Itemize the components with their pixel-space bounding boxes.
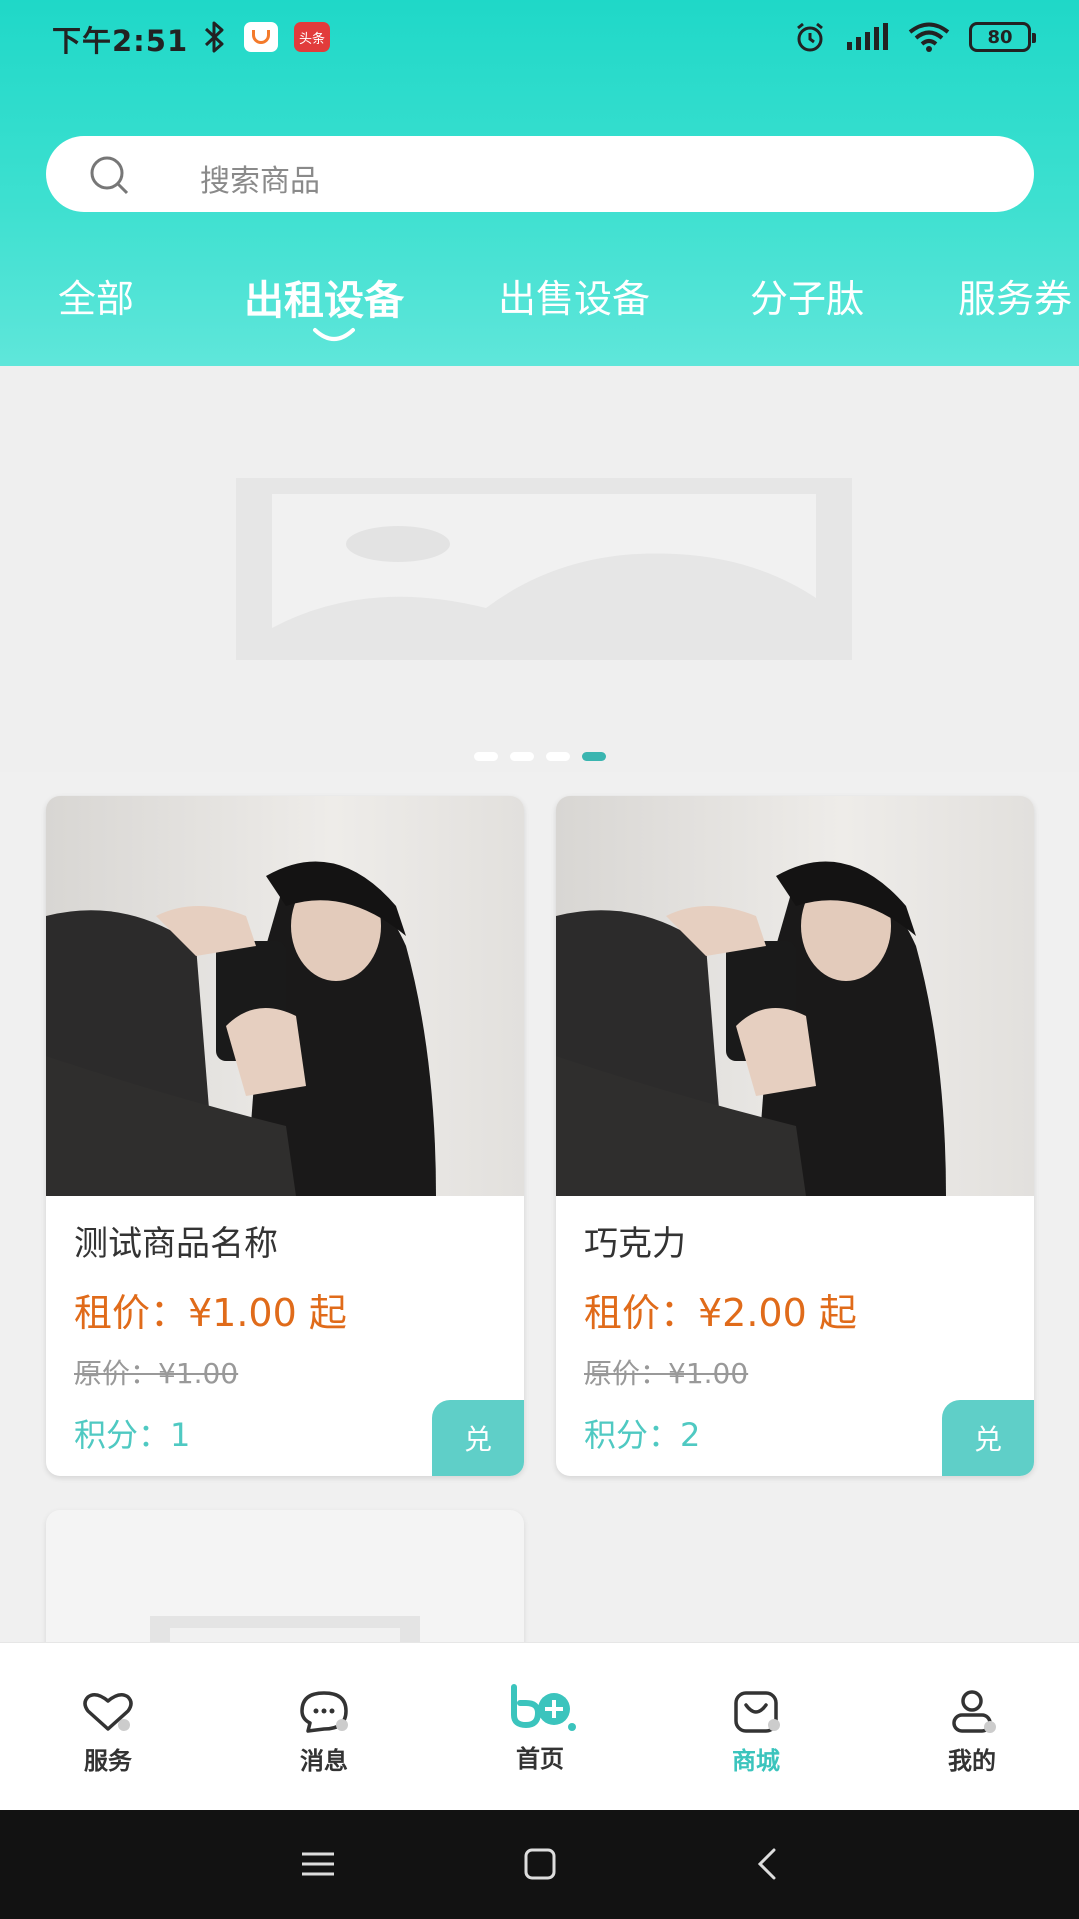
nav-label: 消息 [300, 1747, 348, 1775]
tab-rental-equipment[interactable]: 出租设备 [244, 268, 404, 326]
product-photo [46, 796, 524, 1196]
system-navigation-bar [0, 1810, 1079, 1919]
nav-item-mall[interactable]: 商城 [648, 1643, 864, 1811]
product-price: 租价：¥1.00 起 [74, 1291, 347, 1335]
bottom-navigation: 服务 消息 首页 商城 我的 [0, 1642, 1079, 1810]
tab-all[interactable]: 全部 [58, 268, 134, 323]
banner-dot[interactable] [474, 752, 498, 761]
banner-pagination [474, 752, 606, 761]
product-name: 巧克力 [584, 1224, 686, 1264]
nav-label: 服务 [84, 1747, 132, 1775]
wifi-icon [908, 22, 950, 52]
product-original-price: 原价：¥1.00 [584, 1357, 749, 1390]
nav-item-messages[interactable]: 消息 [216, 1643, 432, 1811]
product-points: 积分：1 [74, 1416, 191, 1454]
search-placeholder: 搜索商品 [200, 164, 320, 199]
exchange-button[interactable]: 兑 [942, 1400, 1034, 1476]
shopping-bag-icon [734, 1691, 780, 1733]
nav-item-home[interactable]: 首页 [432, 1643, 648, 1811]
signal-icon [847, 23, 888, 50]
heart-icon [83, 1693, 133, 1731]
product-original-price: 原价：¥1.00 [74, 1357, 239, 1390]
nav-label: 商城 [732, 1747, 780, 1775]
product-card[interactable]: 巧克力 租价：¥2.00 起 原价：¥1.00 积分：2 兑 [556, 796, 1034, 1476]
product-photo [556, 796, 1034, 1196]
battery-indicator: 80 [969, 22, 1036, 52]
product-card-partial[interactable] [46, 1510, 524, 1650]
product-name: 测试商品名称 [74, 1224, 278, 1264]
header: 下午2:51 头条 80 搜索商品 全部 出租设备 出售设备 分子肽 服务券 [0, 0, 1079, 366]
image-placeholder-icon [236, 478, 852, 660]
promo-banner[interactable] [0, 366, 1079, 772]
active-tab-indicator [313, 328, 355, 341]
image-placeholder-icon [150, 1616, 420, 1650]
toutiao-app-icon: 头条 [294, 22, 330, 52]
status-left-icons: 头条 [200, 20, 330, 54]
tab-sale-equipment[interactable]: 出售设备 [498, 268, 650, 323]
search-input[interactable]: 搜索商品 [46, 136, 1034, 212]
product-points: 积分：2 [584, 1416, 701, 1454]
home-square-icon[interactable] [520, 1844, 560, 1884]
status-bar: 下午2:51 头条 80 [0, 0, 1079, 76]
banner-dot-active[interactable] [582, 752, 606, 761]
search-icon [90, 156, 129, 195]
menu-icon[interactable] [298, 1844, 338, 1884]
bluetooth-icon [204, 21, 224, 53]
nav-label: 我的 [948, 1747, 996, 1775]
product-image[interactable] [556, 796, 1034, 1196]
status-right-icons: 80 [793, 20, 1036, 54]
tab-service-voucher[interactable]: 服务券 [958, 268, 1072, 323]
tab-peptide[interactable]: 分子肽 [750, 268, 864, 323]
user-icon [952, 1690, 996, 1733]
back-icon[interactable] [748, 1844, 788, 1884]
didi-app-icon [244, 22, 278, 52]
product-price: 租价：¥2.00 起 [584, 1291, 857, 1335]
nav-item-profile[interactable]: 我的 [864, 1643, 1079, 1811]
nav-item-service[interactable]: 服务 [0, 1643, 216, 1811]
banner-dot[interactable] [510, 752, 534, 761]
product-card[interactable]: 测试商品名称 租价：¥1.00 起 原价：¥1.00 积分：1 兑 [46, 796, 524, 1476]
alarm-icon [797, 22, 823, 52]
status-time: 下午2:51 [52, 24, 189, 58]
product-image[interactable] [46, 796, 524, 1196]
banner-dot[interactable] [546, 752, 570, 761]
home-logo-icon [511, 1684, 576, 1731]
chat-icon [300, 1691, 348, 1733]
nav-label: 首页 [516, 1745, 564, 1773]
category-tabs: 全部 出租设备 出售设备 分子肽 服务券 [0, 268, 1079, 358]
exchange-button[interactable]: 兑 [432, 1400, 524, 1476]
